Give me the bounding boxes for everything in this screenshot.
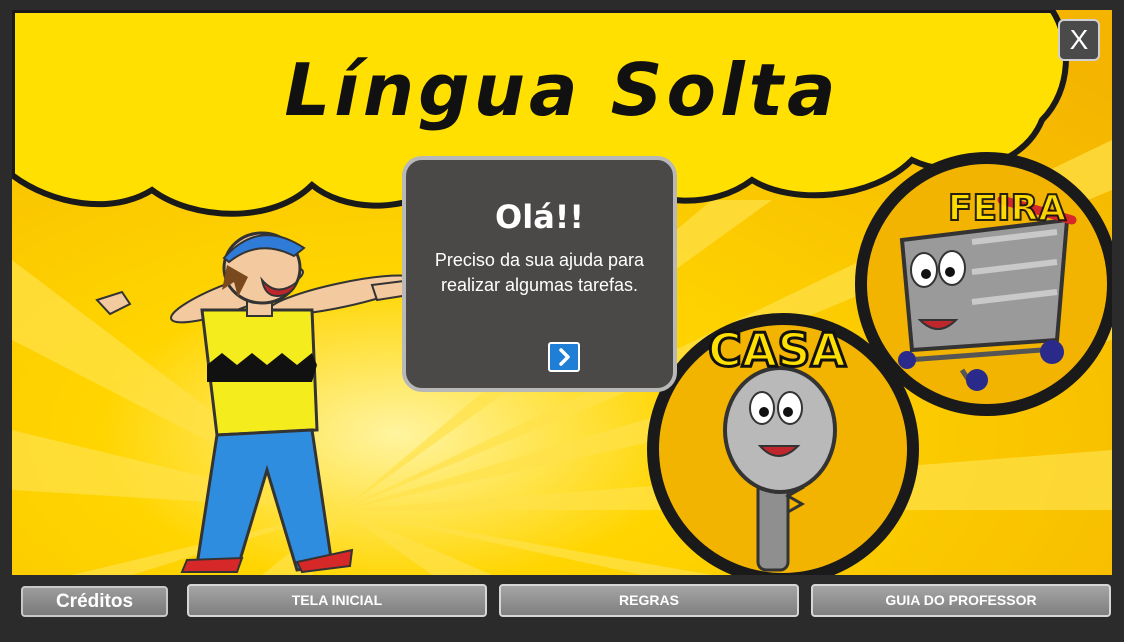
feira-label: FEIRA (948, 188, 1066, 229)
speech-bubble: Olá!! Preciso da sua ajuda para realizar… (402, 156, 677, 392)
casa-label: CASA (708, 323, 846, 377)
feira-cart-badge[interactable]: FEIRA (855, 152, 1112, 416)
close-button[interactable]: X (1058, 19, 1100, 61)
next-button[interactable] (548, 342, 580, 372)
greeting-text: Olá!! (495, 198, 584, 236)
chevron-right-icon (559, 348, 570, 366)
dialog-message: Preciso da sua ajuda para realizar algum… (434, 250, 645, 295)
game-stage: CASA FEIRA Língua Solta Olá!! Preciso da… (0, 0, 1124, 642)
home-screen-button[interactable]: TELA INICIAL (187, 584, 487, 617)
casa-key-badge[interactable]: CASA (647, 313, 919, 575)
rules-button[interactable]: REGRAS (499, 584, 799, 617)
game-title: Língua Solta (284, 48, 840, 132)
credits-button[interactable]: Créditos (21, 586, 168, 617)
game-scene: CASA FEIRA Língua Solta Olá!! Preciso da… (12, 10, 1112, 575)
teacher-guide-button[interactable]: GUIA DO PROFESSOR (811, 584, 1111, 617)
